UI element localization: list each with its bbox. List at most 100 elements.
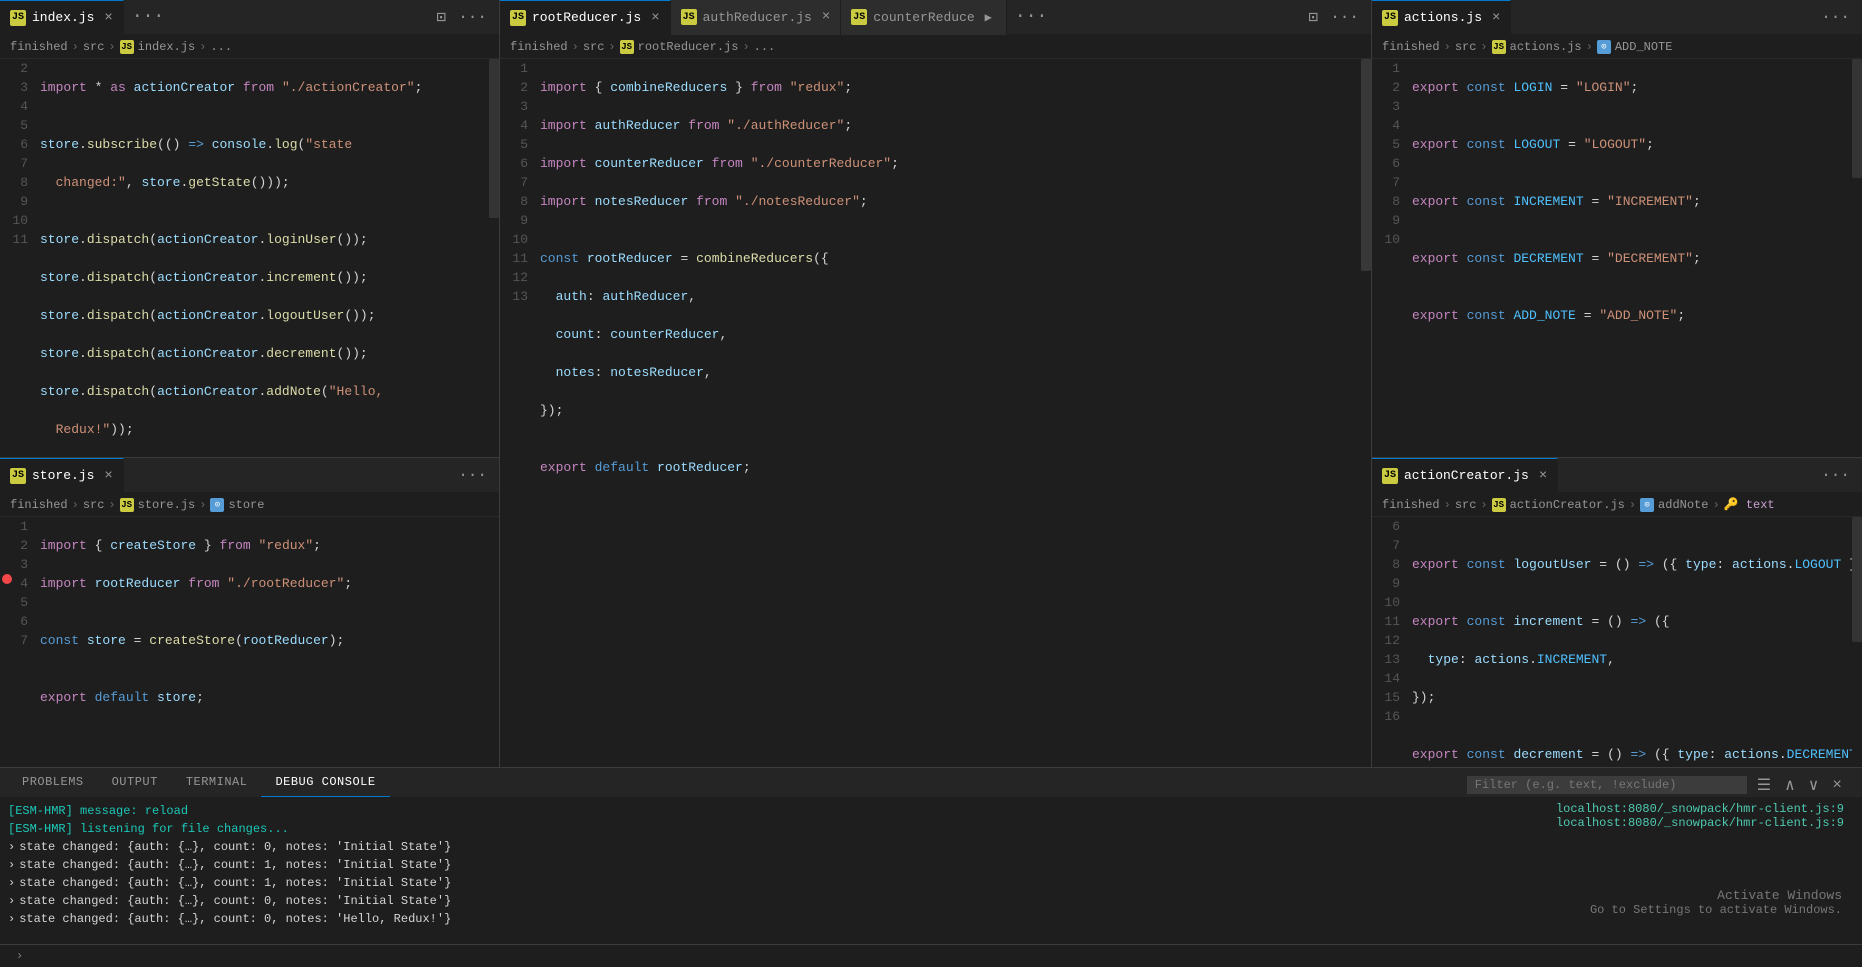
line-numbers-root: 123456 78910111213 xyxy=(500,59,536,767)
center-tab-bar: JS rootReducer.js × JS authReducer.js × … xyxy=(500,0,1371,35)
debug-link-1[interactable]: localhost:8080/_snowpack/hmr-client.js:9 xyxy=(1556,802,1844,816)
line-numbers-index: 23456 7891011 xyxy=(0,59,36,457)
tab-label: index.js xyxy=(32,10,94,25)
breadcrumb-more: ... xyxy=(210,40,232,54)
debug-state-4: ›state changed: {auth: {…}, count: 0, no… xyxy=(8,892,451,910)
tab-debug-console[interactable]: DEBUG CONSOLE xyxy=(261,767,389,797)
js-icon-sm-root: JS xyxy=(620,40,634,54)
bc-store: store xyxy=(228,498,264,512)
list-icon[interactable]: ☰ xyxy=(1753,773,1775,797)
left-bottom-tab-actions: ··· xyxy=(454,464,499,486)
close-panel-icon[interactable]: × xyxy=(1828,774,1846,796)
center-tab-actions: ⊡ ··· xyxy=(1305,5,1371,29)
split-editor-icon[interactable]: ⊡ xyxy=(433,5,451,29)
tab-index-js[interactable]: JS index.js × xyxy=(0,0,124,35)
editor-rootreducer: 123456 78910111213 import { combineReduc… xyxy=(500,59,1371,767)
debug-link-2[interactable]: localhost:8080/_snowpack/hmr-client.js:9 xyxy=(1556,816,1844,830)
code-ac[interactable]: export const logoutUser = () => ({ type:… xyxy=(1408,517,1862,767)
code-index[interactable]: import * as actionCreator from "./action… xyxy=(36,59,499,457)
tab-rootreducer[interactable]: JS rootReducer.js × xyxy=(500,0,671,35)
bc-storejs: store.js xyxy=(138,498,196,512)
tab-label-actions: actions.js xyxy=(1404,10,1482,25)
bottom-panel: PROBLEMS OUTPUT TERMINAL DEBUG CONSOLE ☰… xyxy=(0,767,1862,967)
debug-content: [ESM-HMR] message: reload [ESM-HMR] list… xyxy=(0,798,1862,944)
close-icon-store[interactable]: × xyxy=(104,468,112,484)
debug-state-5: ›state changed: {auth: {…}, count: 0, no… xyxy=(8,910,451,928)
debug-state-3: ›state changed: {auth: {…}, count: 1, no… xyxy=(8,874,451,892)
tab-label-counter: counterReduce xyxy=(873,10,974,25)
js-icon-root: JS xyxy=(510,10,526,26)
left-top-tab-bar: JS index.js × ··· ⊡ ··· xyxy=(0,0,499,35)
breadcrumb-store: finished › src › JS store.js › ⊙ store xyxy=(0,493,499,517)
close-icon-root[interactable]: × xyxy=(651,10,659,26)
activate-windows-line2: Go to Settings to activate Windows. xyxy=(1590,903,1842,917)
chevron-up-icon[interactable]: ∧ xyxy=(1781,773,1799,797)
debug-filter-input[interactable] xyxy=(1467,776,1747,794)
close-icon-actions[interactable]: × xyxy=(1492,10,1500,26)
editor-actions: 123456 78910 export const LOGIN = "LOGIN… xyxy=(1372,59,1862,457)
breadcrumb-file: index.js xyxy=(138,40,196,54)
js-icon-sm-ac: JS xyxy=(1492,498,1506,512)
close-icon-auth[interactable]: × xyxy=(822,9,830,25)
right-top-tab-bar: JS actions.js × ··· xyxy=(1372,0,1862,35)
more-actions-icon[interactable]: ··· xyxy=(454,6,491,28)
editor-store: 1234567 import { createStore } from "red… xyxy=(0,517,499,767)
tab-terminal[interactable]: TERMINAL xyxy=(172,767,262,797)
tab-counterreduce[interactable]: JS counterReduce ▶ xyxy=(841,0,1007,35)
js-icon-actions: JS xyxy=(1382,10,1398,26)
js-icon-auth: JS xyxy=(681,9,697,25)
breadcrumb-root: finished › src › JS rootReducer.js › ... xyxy=(500,35,1371,59)
bottom-tab-bar: PROBLEMS OUTPUT TERMINAL DEBUG CONSOLE ☰… xyxy=(0,768,1862,798)
more-actions-right-top[interactable]: ··· xyxy=(1817,6,1854,28)
tab-store-js[interactable]: JS store.js × xyxy=(0,458,124,493)
bc-src: src xyxy=(83,498,105,512)
js-icon-store: JS xyxy=(10,468,26,484)
tab-more-left[interactable]: ··· xyxy=(124,7,172,27)
code-store[interactable]: import { createStore } from "redux"; imp… xyxy=(36,517,499,767)
right-top-tab-actions: ··· xyxy=(1817,6,1862,28)
more-actions-store[interactable]: ··· xyxy=(454,464,491,486)
editor-index: 23456 7891011 import * as actionCreator … xyxy=(0,59,499,457)
bc-finished: finished xyxy=(10,498,68,512)
code-root[interactable]: import { combineReducers } from "redux";… xyxy=(536,59,1371,767)
close-icon[interactable]: × xyxy=(104,10,112,26)
breadcrumb-index: finished › src › JS index.js › ... xyxy=(0,35,499,59)
close-icon-ac[interactable]: × xyxy=(1539,468,1547,484)
breadcrumb-src: src xyxy=(83,40,105,54)
breakpoint-dot[interactable] xyxy=(2,574,12,584)
tab-label-store: store.js xyxy=(32,468,94,483)
breadcrumb-actions: finished › src › JS actions.js › ⊙ ADD_N… xyxy=(1372,35,1862,59)
js-icon-counter: JS xyxy=(851,9,867,25)
tab-label-ac: actionCreator.js xyxy=(1404,468,1529,483)
debug-prompt: › xyxy=(8,947,31,965)
debug-hmr-2: [ESM-HMR] listening for file changes... xyxy=(8,820,451,838)
editor-ac: 67891011 1213141516 export const logoutU… xyxy=(1372,517,1862,767)
activate-windows-watermark: Activate Windows Go to Settings to activ… xyxy=(1590,888,1842,917)
tab-actions[interactable]: JS actions.js × xyxy=(1372,0,1511,35)
code-actions[interactable]: export const LOGIN = "LOGIN"; export con… xyxy=(1408,59,1862,457)
chevron-down-icon2[interactable]: ∨ xyxy=(1805,773,1823,797)
more-icon-center[interactable]: ··· xyxy=(1326,6,1363,28)
left-top-tab-actions: ⊡ ··· xyxy=(433,5,499,29)
js-icon-sm-store: JS xyxy=(120,498,134,512)
debug-hmr-1: [ESM-HMR] message: reload xyxy=(8,802,451,820)
split-icon-center[interactable]: ⊡ xyxy=(1305,5,1323,29)
js-icon-sm-actions: JS xyxy=(1492,40,1506,54)
tab-more-center[interactable]: ··· xyxy=(1007,7,1055,27)
tab-problems[interactable]: PROBLEMS xyxy=(8,767,98,797)
ref-icon-ac: ⊙ xyxy=(1640,498,1654,512)
ref-icon-store: ⊙ xyxy=(210,498,224,512)
right-bottom-tab-bar: JS actionCreator.js × ··· xyxy=(1372,458,1862,493)
play-icon[interactable]: ▶ xyxy=(981,8,996,27)
tab-actioncreator[interactable]: JS actionCreator.js × xyxy=(1372,458,1558,493)
tab-authreducer[interactable]: JS authReducer.js × xyxy=(671,0,842,35)
js-icon: JS xyxy=(10,10,26,26)
more-actions-right-bottom[interactable]: ··· xyxy=(1817,464,1854,486)
line-numbers-store: 1234567 xyxy=(0,517,36,767)
activate-windows-line1: Activate Windows xyxy=(1590,888,1842,903)
line-numbers-actions: 123456 78910 xyxy=(1372,59,1408,457)
tab-output[interactable]: OUTPUT xyxy=(98,767,172,797)
left-bottom-tab-bar: JS store.js × ··· xyxy=(0,458,499,493)
js-icon-sm: JS xyxy=(120,40,134,54)
breadcrumb-text: finished xyxy=(10,40,68,54)
